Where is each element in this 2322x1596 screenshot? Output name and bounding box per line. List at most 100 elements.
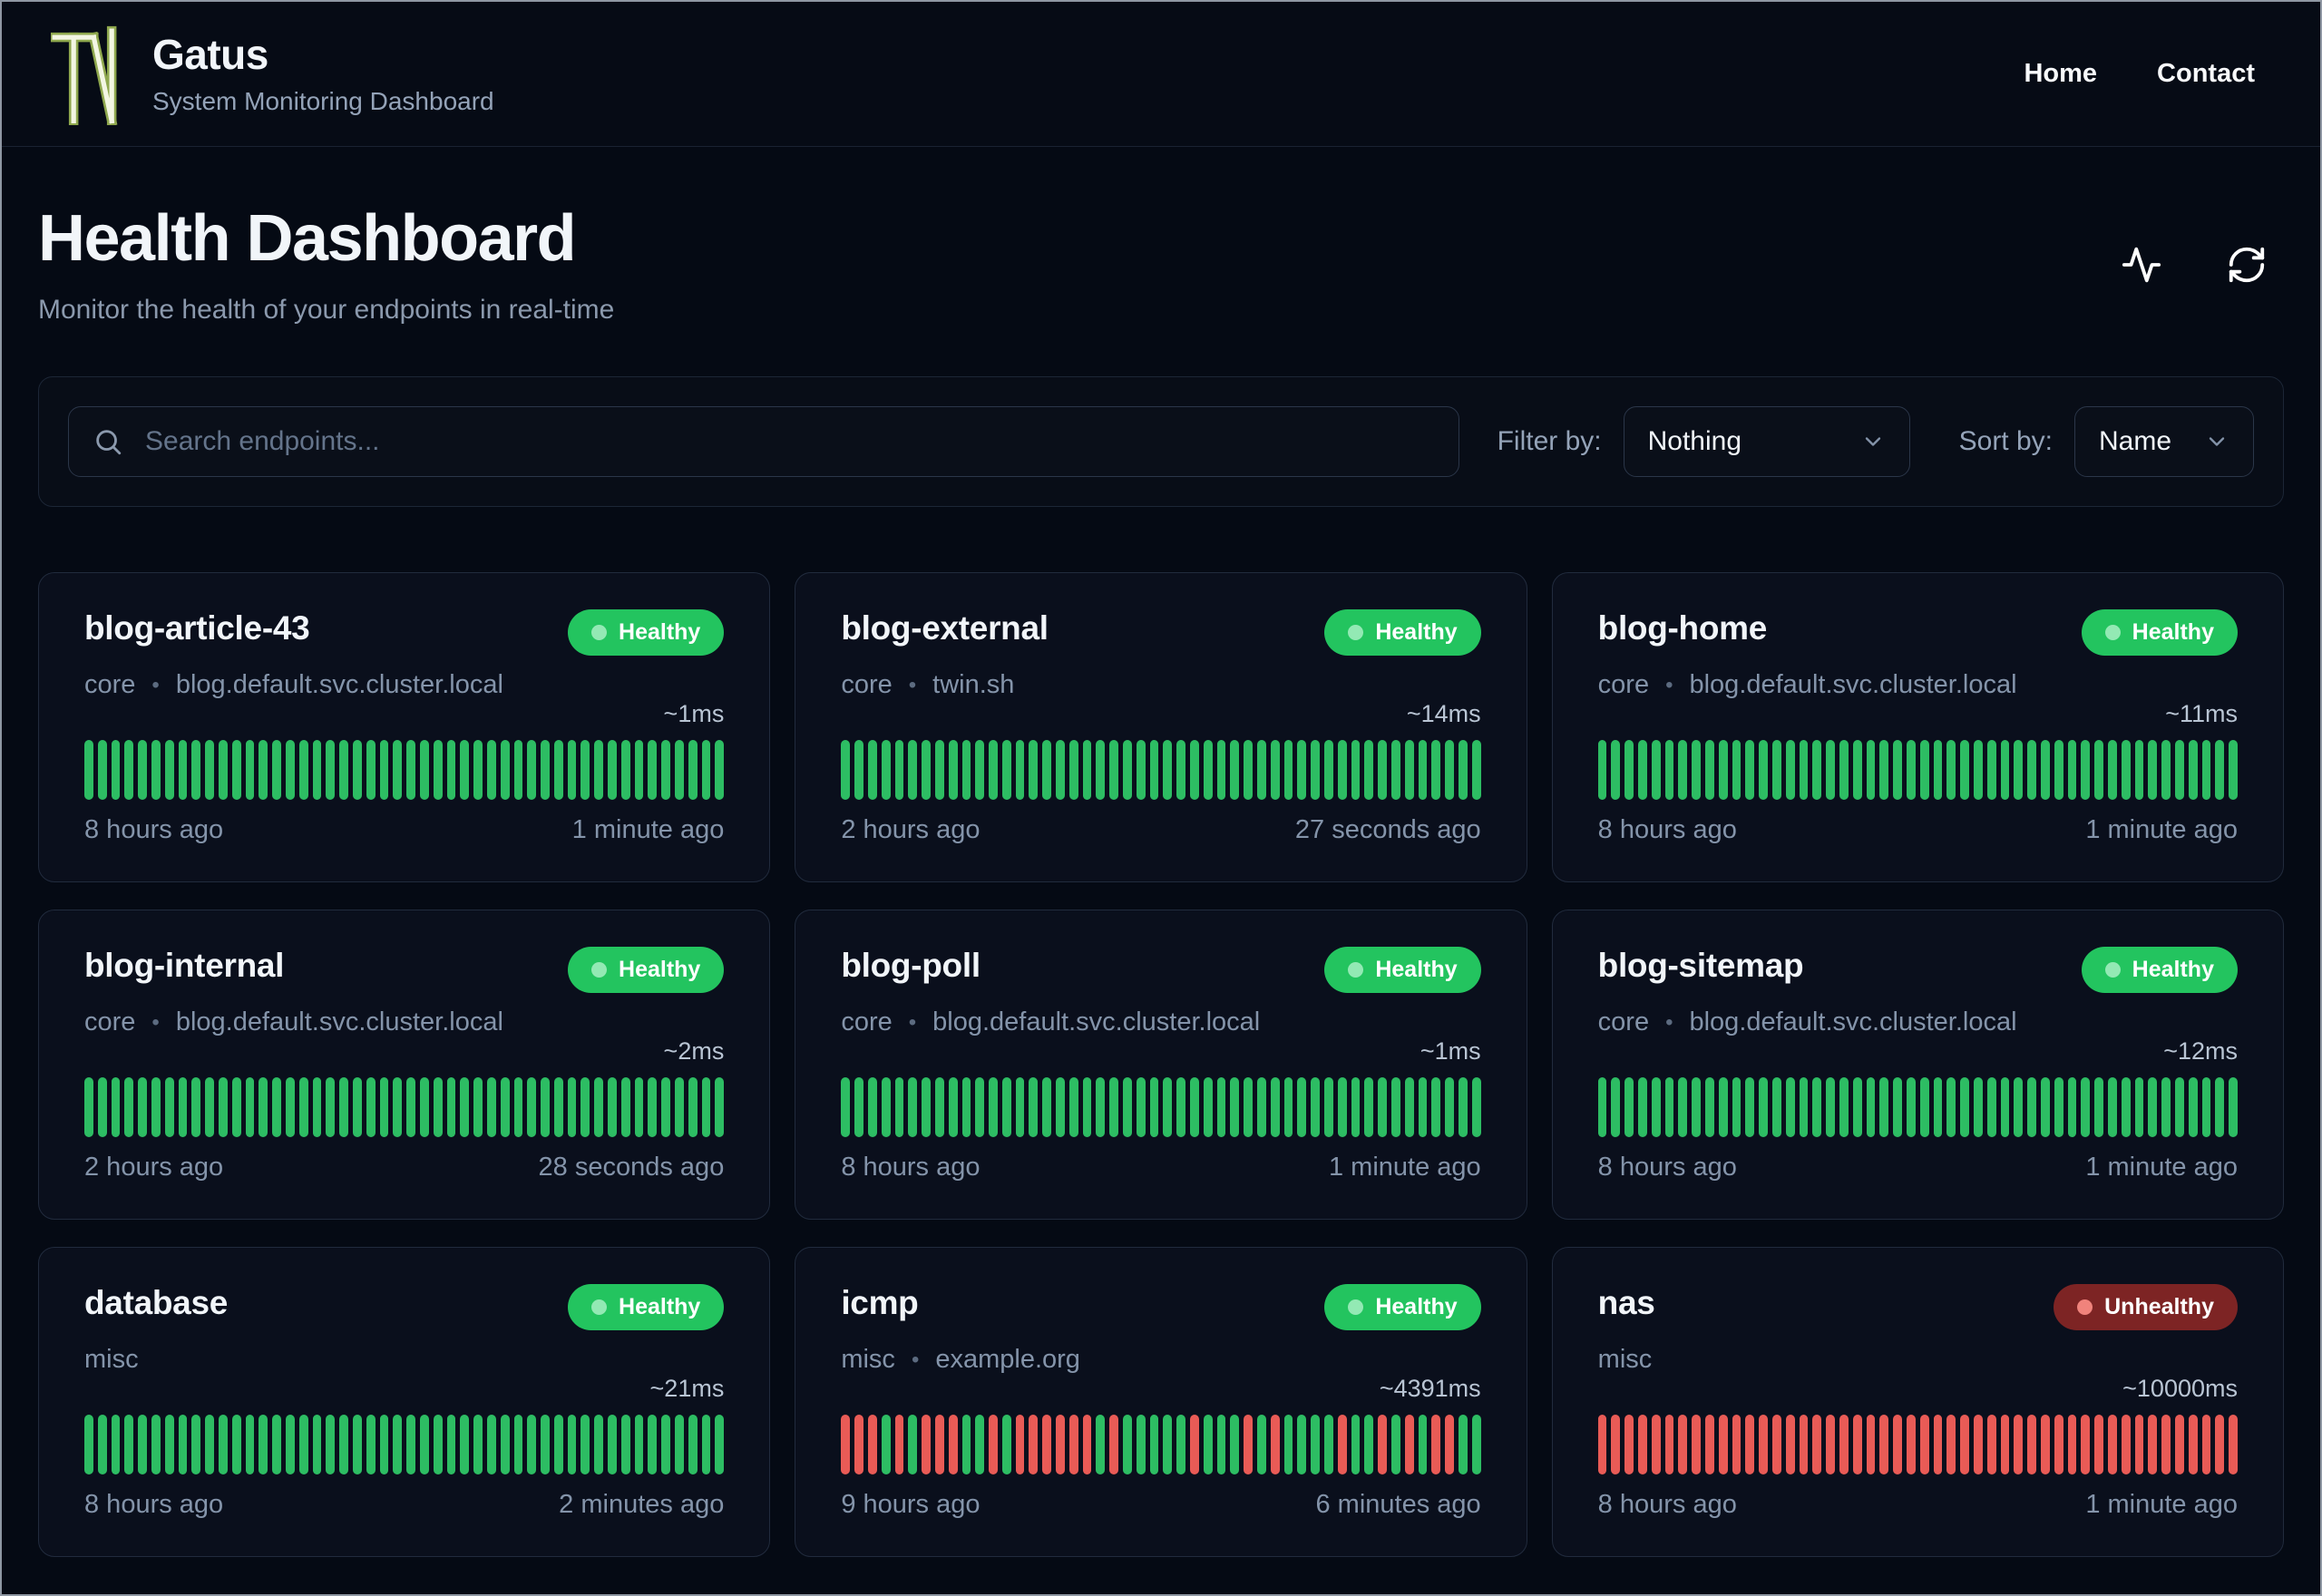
health-bar[interactable]: [1029, 1415, 1039, 1475]
health-bar[interactable]: [1311, 740, 1321, 801]
health-bar[interactable]: [594, 1415, 604, 1475]
health-bar[interactable]: [1351, 1415, 1361, 1475]
health-bar[interactable]: [1745, 1077, 1755, 1138]
health-bar[interactable]: [124, 1415, 134, 1475]
health-bar[interactable]: [1015, 740, 1025, 801]
health-bar[interactable]: [486, 740, 496, 801]
health-bar[interactable]: [661, 740, 671, 801]
refresh-button[interactable]: [2226, 244, 2268, 286]
health-bar[interactable]: [1324, 1077, 1333, 1138]
health-bar[interactable]: [1471, 1415, 1481, 1475]
health-bar[interactable]: [961, 1077, 971, 1138]
health-bar[interactable]: [138, 740, 147, 801]
health-bar[interactable]: [151, 1077, 161, 1138]
health-bar[interactable]: [1933, 1415, 1943, 1475]
health-bar[interactable]: [989, 740, 998, 801]
health-bar[interactable]: [1732, 740, 1742, 801]
health-bar[interactable]: [1638, 1415, 1647, 1475]
health-bar[interactable]: [1257, 1077, 1266, 1138]
health-bar[interactable]: [272, 1077, 281, 1138]
health-bar[interactable]: [1705, 740, 1714, 801]
health-bar[interactable]: [2229, 740, 2238, 801]
health-bar[interactable]: [1136, 1077, 1146, 1138]
health-bar[interactable]: [1418, 1077, 1428, 1138]
health-bar[interactable]: [513, 1077, 523, 1138]
health-bar[interactable]: [1109, 1077, 1119, 1138]
health-bar[interactable]: [1812, 1415, 1822, 1475]
health-bar[interactable]: [1826, 1415, 1835, 1475]
health-bar[interactable]: [1015, 1077, 1025, 1138]
health-bar[interactable]: [419, 740, 429, 801]
health-bar[interactable]: [1678, 740, 1688, 801]
health-bar[interactable]: [1391, 1077, 1400, 1138]
health-bar[interactable]: [1042, 1077, 1052, 1138]
health-bar[interactable]: [961, 740, 971, 801]
health-bar[interactable]: [1611, 740, 1621, 801]
health-bar[interactable]: [854, 1077, 863, 1138]
health-bar[interactable]: [1096, 1077, 1106, 1138]
health-bar[interactable]: [2174, 1415, 2184, 1475]
health-bar[interactable]: [1458, 1415, 1468, 1475]
health-bar[interactable]: [379, 740, 389, 801]
health-bar[interactable]: [1799, 740, 1809, 801]
health-bar[interactable]: [339, 1415, 348, 1475]
health-bar[interactable]: [908, 1077, 918, 1138]
health-bar[interactable]: [164, 1077, 174, 1138]
health-bar[interactable]: [1759, 1077, 1769, 1138]
health-bar[interactable]: [1068, 1415, 1078, 1475]
health-bar[interactable]: [339, 1077, 348, 1138]
health-bar[interactable]: [259, 740, 268, 801]
health-bar[interactable]: [2215, 1415, 2225, 1475]
health-bar[interactable]: [1973, 740, 1983, 801]
health-bar[interactable]: [406, 740, 415, 801]
health-bar[interactable]: [2121, 1415, 2131, 1475]
health-bar[interactable]: [553, 740, 563, 801]
health-bar[interactable]: [285, 1077, 295, 1138]
health-bar[interactable]: [881, 740, 891, 801]
health-bar[interactable]: [1029, 1077, 1039, 1138]
health-bar[interactable]: [2174, 740, 2184, 801]
health-bar[interactable]: [1879, 740, 1889, 801]
health-bar[interactable]: [688, 1077, 698, 1138]
health-bar[interactable]: [298, 1077, 308, 1138]
health-bar[interactable]: [2107, 740, 2117, 801]
health-bar[interactable]: [867, 1415, 877, 1475]
health-bar[interactable]: [1042, 740, 1052, 801]
health-bar[interactable]: [446, 1077, 456, 1138]
health-bar[interactable]: [894, 1077, 904, 1138]
health-bar[interactable]: [1351, 1077, 1361, 1138]
health-bar[interactable]: [1866, 1415, 1876, 1475]
health-bar[interactable]: [393, 740, 403, 801]
health-bar[interactable]: [1216, 1077, 1226, 1138]
health-bar[interactable]: [1244, 740, 1254, 801]
endpoint-card[interactable]: blog-poll Healthy core • blog.default.sv…: [795, 910, 1527, 1221]
health-bar[interactable]: [500, 1415, 510, 1475]
search-input[interactable]: [143, 425, 1435, 459]
health-bar[interactable]: [1391, 740, 1400, 801]
health-bar[interactable]: [715, 1077, 725, 1138]
health-bar[interactable]: [1785, 740, 1795, 801]
health-bar[interactable]: [1445, 740, 1454, 801]
health-bar[interactable]: [881, 1077, 891, 1138]
health-bar[interactable]: [298, 740, 308, 801]
health-bar[interactable]: [1364, 1077, 1374, 1138]
health-bar[interactable]: [191, 740, 201, 801]
health-bar[interactable]: [541, 1415, 550, 1475]
health-bar[interactable]: [1624, 1415, 1634, 1475]
health-bar[interactable]: [661, 1415, 671, 1475]
health-bar[interactable]: [948, 740, 958, 801]
health-bar[interactable]: [2188, 1415, 2198, 1475]
health-bar[interactable]: [620, 740, 630, 801]
health-bar[interactable]: [1718, 1415, 1728, 1475]
health-bar[interactable]: [2215, 740, 2225, 801]
health-bar[interactable]: [867, 1077, 877, 1138]
health-bar[interactable]: [259, 1077, 268, 1138]
health-bar[interactable]: [1785, 1077, 1795, 1138]
health-bar[interactable]: [298, 1415, 308, 1475]
health-bar[interactable]: [1651, 1077, 1661, 1138]
health-bar[interactable]: [473, 740, 483, 801]
endpoint-card[interactable]: database Healthy misc ~21ms 8 hours ago …: [38, 1247, 771, 1558]
health-bar[interactable]: [648, 1415, 658, 1475]
health-bar[interactable]: [2081, 1077, 2091, 1138]
health-bar[interactable]: [634, 1077, 644, 1138]
